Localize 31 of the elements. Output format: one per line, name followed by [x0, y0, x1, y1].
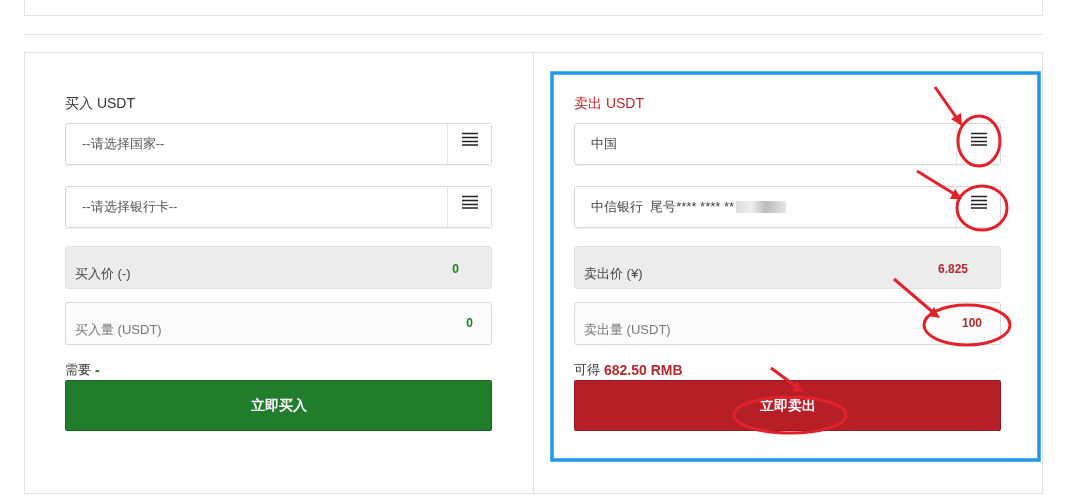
- annotation-circle: [955, 184, 1009, 232]
- amount-label: 卖出量 (USDT): [584, 321, 671, 339]
- annotation-arrow: [893, 277, 940, 318]
- summary-value: -: [95, 362, 100, 378]
- country-select[interactable]: --请选择国家--: [65, 123, 492, 165]
- amount-input[interactable]: 100: [902, 316, 982, 330]
- menu-button[interactable]: [447, 124, 491, 164]
- annotation-arrow: [933, 86, 962, 126]
- menu-icon: [970, 132, 987, 146]
- summary-label: 需要: [65, 361, 91, 379]
- price-label: 卖出价 (¥): [584, 265, 643, 283]
- summary-value: 682.50 RMB: [604, 362, 683, 378]
- bank-select[interactable]: 中信银行 尾号**** **** **: [574, 186, 1001, 228]
- price-label: 买入价 (-): [75, 265, 131, 283]
- amount-input[interactable]: 0: [393, 316, 473, 330]
- country-select[interactable]: 中国: [574, 123, 1001, 165]
- panel-title: 买入 USDT: [65, 94, 136, 113]
- amount-label: 买入量 (USDT): [75, 321, 162, 339]
- menu-icon: [461, 132, 478, 146]
- price-value: 6.825: [937, 262, 968, 276]
- summary-label: 可得: [574, 361, 600, 379]
- annotation-circle: [956, 114, 1002, 168]
- panel-title: 卖出 USDT: [574, 94, 645, 113]
- annotation-arrow: [916, 169, 962, 199]
- menu-button[interactable]: [447, 187, 491, 227]
- buy-button[interactable]: 立即买入: [65, 380, 492, 431]
- menu-icon: [461, 195, 478, 209]
- price-value: 0: [452, 262, 459, 276]
- bank-select[interactable]: --请选择银行卡--: [65, 186, 492, 228]
- menu-icon: [970, 195, 987, 209]
- annotation-arrow: [770, 366, 804, 392]
